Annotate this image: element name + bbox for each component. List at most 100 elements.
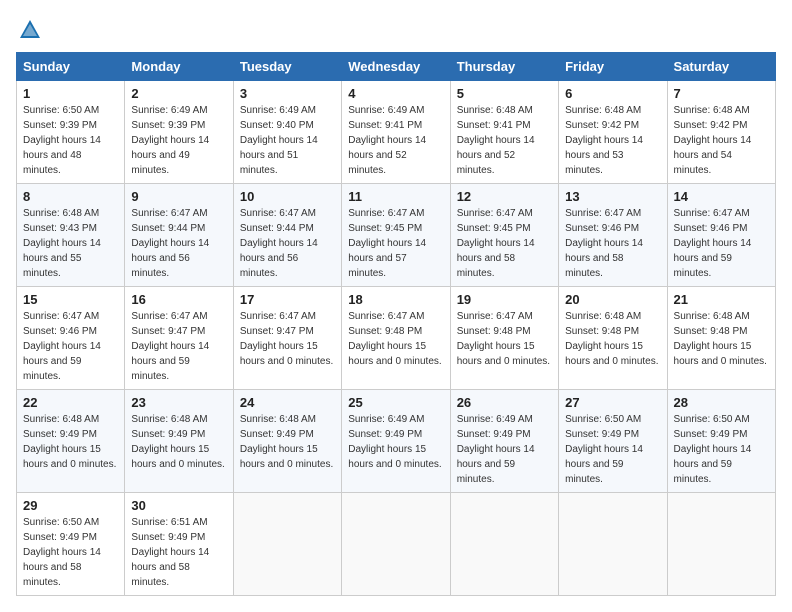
- day-info: Sunrise: 6:49 AM Sunset: 9:49 PM Dayligh…: [348, 412, 443, 472]
- calendar-week-3: 22 Sunrise: 6:48 AM Sunset: 9:49 PM Dayl…: [17, 390, 776, 493]
- calendar-cell: 25 Sunrise: 6:49 AM Sunset: 9:49 PM Dayl…: [342, 390, 450, 493]
- day-info: Sunrise: 6:47 AM Sunset: 9:45 PM Dayligh…: [348, 206, 443, 281]
- day-number: 16: [131, 292, 226, 307]
- calendar-cell: 10 Sunrise: 6:47 AM Sunset: 9:44 PM Dayl…: [233, 184, 341, 287]
- day-info: Sunrise: 6:48 AM Sunset: 9:42 PM Dayligh…: [674, 103, 769, 178]
- day-info: Sunrise: 6:47 AM Sunset: 9:45 PM Dayligh…: [457, 206, 552, 281]
- col-monday: Monday: [125, 53, 233, 81]
- col-thursday: Thursday: [450, 53, 558, 81]
- calendar-cell: [342, 493, 450, 596]
- day-number: 14: [674, 189, 769, 204]
- logo-icon: [16, 16, 44, 44]
- logo: [16, 16, 48, 44]
- day-number: 11: [348, 189, 443, 204]
- calendar-cell: [233, 493, 341, 596]
- day-info: Sunrise: 6:48 AM Sunset: 9:49 PM Dayligh…: [131, 412, 226, 472]
- day-number: 9: [131, 189, 226, 204]
- day-info: Sunrise: 6:49 AM Sunset: 9:41 PM Dayligh…: [348, 103, 443, 178]
- day-info: Sunrise: 6:48 AM Sunset: 9:42 PM Dayligh…: [565, 103, 660, 178]
- calendar-cell: 6 Sunrise: 6:48 AM Sunset: 9:42 PM Dayli…: [559, 81, 667, 184]
- day-info: Sunrise: 6:47 AM Sunset: 9:48 PM Dayligh…: [457, 309, 552, 369]
- calendar-cell: 2 Sunrise: 6:49 AM Sunset: 9:39 PM Dayli…: [125, 81, 233, 184]
- calendar-cell: 11 Sunrise: 6:47 AM Sunset: 9:45 PM Dayl…: [342, 184, 450, 287]
- calendar-cell: 1 Sunrise: 6:50 AM Sunset: 9:39 PM Dayli…: [17, 81, 125, 184]
- day-info: Sunrise: 6:47 AM Sunset: 9:48 PM Dayligh…: [348, 309, 443, 369]
- calendar-cell: 14 Sunrise: 6:47 AM Sunset: 9:46 PM Dayl…: [667, 184, 775, 287]
- day-info: Sunrise: 6:51 AM Sunset: 9:49 PM Dayligh…: [131, 515, 226, 590]
- day-number: 4: [348, 86, 443, 101]
- calendar-cell: 3 Sunrise: 6:49 AM Sunset: 9:40 PM Dayli…: [233, 81, 341, 184]
- calendar-cell: [450, 493, 558, 596]
- day-info: Sunrise: 6:48 AM Sunset: 9:48 PM Dayligh…: [674, 309, 769, 369]
- calendar-week-2: 15 Sunrise: 6:47 AM Sunset: 9:46 PM Dayl…: [17, 287, 776, 390]
- calendar-cell: 13 Sunrise: 6:47 AM Sunset: 9:46 PM Dayl…: [559, 184, 667, 287]
- day-info: Sunrise: 6:47 AM Sunset: 9:47 PM Dayligh…: [131, 309, 226, 384]
- calendar-cell: 18 Sunrise: 6:47 AM Sunset: 9:48 PM Dayl…: [342, 287, 450, 390]
- calendar-cell: 20 Sunrise: 6:48 AM Sunset: 9:48 PM Dayl…: [559, 287, 667, 390]
- day-info: Sunrise: 6:49 AM Sunset: 9:49 PM Dayligh…: [457, 412, 552, 487]
- day-info: Sunrise: 6:50 AM Sunset: 9:49 PM Dayligh…: [674, 412, 769, 487]
- day-number: 30: [131, 498, 226, 513]
- day-info: Sunrise: 6:50 AM Sunset: 9:49 PM Dayligh…: [23, 515, 118, 590]
- calendar-cell: 4 Sunrise: 6:49 AM Sunset: 9:41 PM Dayli…: [342, 81, 450, 184]
- day-number: 24: [240, 395, 335, 410]
- day-info: Sunrise: 6:47 AM Sunset: 9:46 PM Dayligh…: [674, 206, 769, 281]
- calendar-cell: 23 Sunrise: 6:48 AM Sunset: 9:49 PM Dayl…: [125, 390, 233, 493]
- calendar-cell: 22 Sunrise: 6:48 AM Sunset: 9:49 PM Dayl…: [17, 390, 125, 493]
- day-number: 21: [674, 292, 769, 307]
- day-number: 12: [457, 189, 552, 204]
- page-header: [16, 16, 776, 44]
- day-number: 2: [131, 86, 226, 101]
- day-number: 20: [565, 292, 660, 307]
- calendar-cell: 15 Sunrise: 6:47 AM Sunset: 9:46 PM Dayl…: [17, 287, 125, 390]
- calendar-cell: 28 Sunrise: 6:50 AM Sunset: 9:49 PM Dayl…: [667, 390, 775, 493]
- day-number: 10: [240, 189, 335, 204]
- calendar-cell: [667, 493, 775, 596]
- day-number: 15: [23, 292, 118, 307]
- day-info: Sunrise: 6:48 AM Sunset: 9:43 PM Dayligh…: [23, 206, 118, 281]
- calendar-cell: 17 Sunrise: 6:47 AM Sunset: 9:47 PM Dayl…: [233, 287, 341, 390]
- day-number: 13: [565, 189, 660, 204]
- calendar-cell: 9 Sunrise: 6:47 AM Sunset: 9:44 PM Dayli…: [125, 184, 233, 287]
- day-number: 27: [565, 395, 660, 410]
- day-number: 17: [240, 292, 335, 307]
- calendar-cell: 7 Sunrise: 6:48 AM Sunset: 9:42 PM Dayli…: [667, 81, 775, 184]
- day-number: 7: [674, 86, 769, 101]
- calendar-cell: [559, 493, 667, 596]
- col-saturday: Saturday: [667, 53, 775, 81]
- col-friday: Friday: [559, 53, 667, 81]
- day-info: Sunrise: 6:48 AM Sunset: 9:48 PM Dayligh…: [565, 309, 660, 369]
- col-sunday: Sunday: [17, 53, 125, 81]
- calendar-cell: 16 Sunrise: 6:47 AM Sunset: 9:47 PM Dayl…: [125, 287, 233, 390]
- day-number: 26: [457, 395, 552, 410]
- day-number: 22: [23, 395, 118, 410]
- day-number: 29: [23, 498, 118, 513]
- day-number: 8: [23, 189, 118, 204]
- calendar-cell: 19 Sunrise: 6:47 AM Sunset: 9:48 PM Dayl…: [450, 287, 558, 390]
- calendar-cell: 21 Sunrise: 6:48 AM Sunset: 9:48 PM Dayl…: [667, 287, 775, 390]
- day-number: 1: [23, 86, 118, 101]
- day-number: 18: [348, 292, 443, 307]
- day-info: Sunrise: 6:47 AM Sunset: 9:44 PM Dayligh…: [131, 206, 226, 281]
- col-tuesday: Tuesday: [233, 53, 341, 81]
- day-info: Sunrise: 6:47 AM Sunset: 9:47 PM Dayligh…: [240, 309, 335, 369]
- calendar-cell: 26 Sunrise: 6:49 AM Sunset: 9:49 PM Dayl…: [450, 390, 558, 493]
- day-info: Sunrise: 6:48 AM Sunset: 9:49 PM Dayligh…: [23, 412, 118, 472]
- day-number: 3: [240, 86, 335, 101]
- day-info: Sunrise: 6:48 AM Sunset: 9:41 PM Dayligh…: [457, 103, 552, 178]
- day-number: 5: [457, 86, 552, 101]
- calendar-cell: 29 Sunrise: 6:50 AM Sunset: 9:49 PM Dayl…: [17, 493, 125, 596]
- day-info: Sunrise: 6:47 AM Sunset: 9:46 PM Dayligh…: [23, 309, 118, 384]
- calendar-week-4: 29 Sunrise: 6:50 AM Sunset: 9:49 PM Dayl…: [17, 493, 776, 596]
- day-number: 25: [348, 395, 443, 410]
- calendar-cell: 12 Sunrise: 6:47 AM Sunset: 9:45 PM Dayl…: [450, 184, 558, 287]
- day-info: Sunrise: 6:47 AM Sunset: 9:46 PM Dayligh…: [565, 206, 660, 281]
- day-number: 6: [565, 86, 660, 101]
- day-info: Sunrise: 6:47 AM Sunset: 9:44 PM Dayligh…: [240, 206, 335, 281]
- calendar-cell: 30 Sunrise: 6:51 AM Sunset: 9:49 PM Dayl…: [125, 493, 233, 596]
- day-info: Sunrise: 6:48 AM Sunset: 9:49 PM Dayligh…: [240, 412, 335, 472]
- calendar-week-0: 1 Sunrise: 6:50 AM Sunset: 9:39 PM Dayli…: [17, 81, 776, 184]
- calendar-cell: 8 Sunrise: 6:48 AM Sunset: 9:43 PM Dayli…: [17, 184, 125, 287]
- calendar-cell: 27 Sunrise: 6:50 AM Sunset: 9:49 PM Dayl…: [559, 390, 667, 493]
- day-info: Sunrise: 6:50 AM Sunset: 9:49 PM Dayligh…: [565, 412, 660, 487]
